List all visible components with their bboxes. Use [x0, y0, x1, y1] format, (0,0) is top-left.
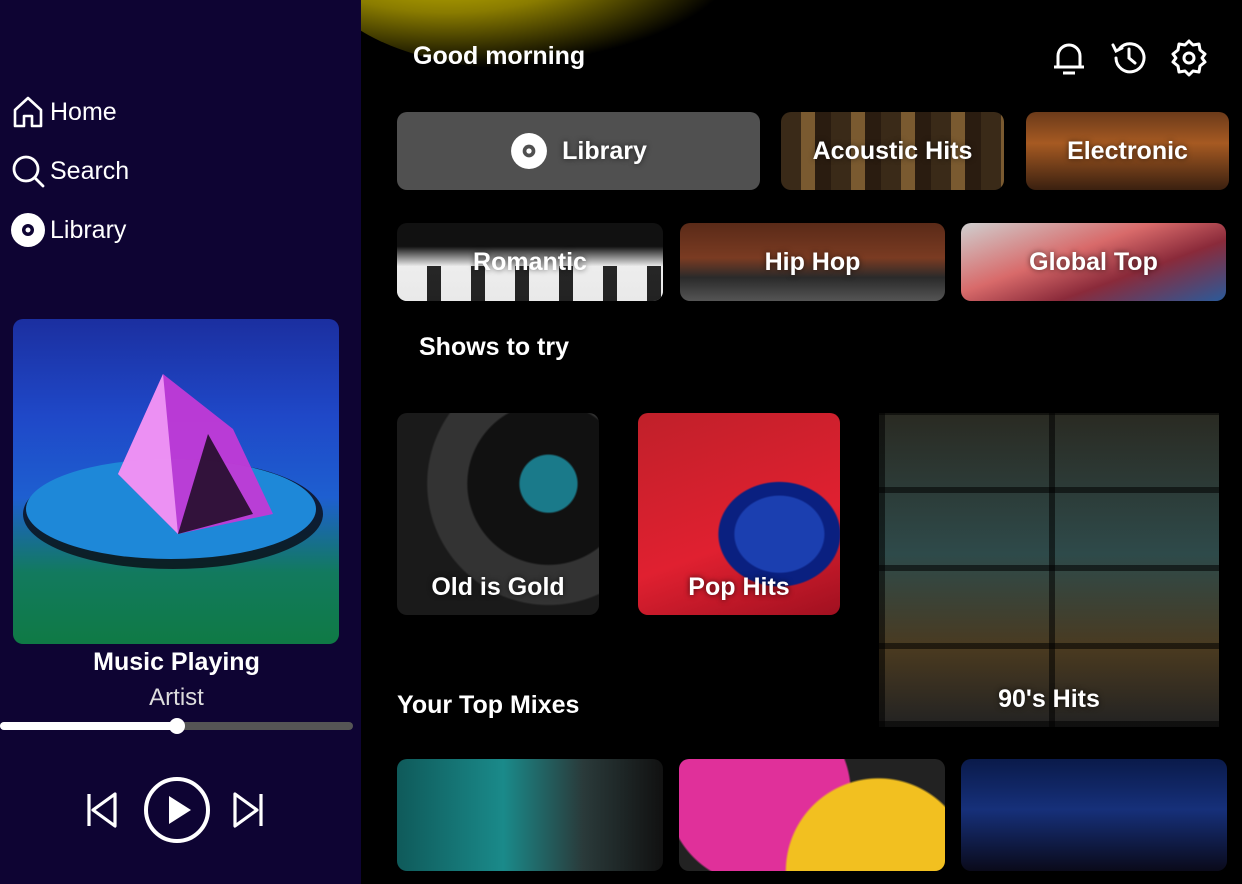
quick-pick-hip-hop[interactable]: Hip Hop [680, 223, 945, 301]
shows-section-title: Shows to try [419, 333, 570, 361]
disc-icon [11, 213, 45, 247]
show-card-90s-hits[interactable]: 90's Hits [879, 413, 1219, 727]
mix-card[interactable] [397, 759, 663, 871]
show-card-label: 90's Hits [998, 685, 1100, 713]
quick-pick-electronic[interactable]: Electronic [1026, 112, 1229, 190]
quick-pick-library[interactable]: Library [397, 112, 760, 190]
quick-pick-romantic[interactable]: Romantic [397, 223, 663, 301]
progress-fill [0, 722, 177, 730]
album-art-image [23, 374, 323, 569]
now-playing-album-art [13, 319, 339, 644]
skip-forward-icon[interactable] [228, 790, 268, 830]
quick-pick-label: Acoustic Hits [812, 136, 973, 165]
sidebar: Home Search Library Music Playing Artist [0, 0, 361, 884]
quick-pick-label: Library [562, 136, 647, 165]
quick-pick-label: Romantic [473, 247, 587, 276]
quick-pick-label: Hip Hop [764, 247, 861, 276]
quick-pick-label: Global Top [1029, 247, 1158, 276]
show-card-old-is-gold[interactable]: Old is Gold [397, 413, 599, 615]
show-card-pop-hits[interactable]: Pop Hits [638, 413, 840, 615]
disc-icon [511, 133, 548, 169]
quick-pick-global-top[interactable]: Global Top [961, 223, 1226, 301]
show-card-label: Pop Hits [688, 573, 790, 601]
sidebar-item-home[interactable]: Home [10, 94, 117, 130]
skip-back-icon[interactable] [82, 790, 122, 830]
player-controls [0, 776, 353, 846]
mix-card[interactable] [961, 759, 1227, 871]
search-icon [12, 155, 45, 188]
greeting-title: Good morning [413, 42, 586, 70]
now-playing-title: Music Playing [93, 648, 260, 676]
history-icon[interactable] [1108, 37, 1150, 79]
sidebar-item-library[interactable]: Library [10, 212, 126, 248]
sidebar-item-label: Library [50, 215, 127, 244]
show-card-label: Old is Gold [431, 573, 565, 601]
sidebar-item-label: Search [50, 156, 130, 185]
sidebar-item-search[interactable]: Search [10, 153, 129, 189]
mixes-section-title: Your Top Mixes [397, 691, 580, 719]
bell-icon[interactable] [1048, 37, 1090, 79]
sidebar-item-label: Home [50, 97, 117, 126]
now-playing-artist: Artist [149, 684, 204, 711]
gear-icon[interactable] [1168, 37, 1210, 79]
progress-bar[interactable] [0, 718, 353, 734]
header-icons [1048, 37, 1210, 79]
quick-pick-label: Electronic [1067, 136, 1188, 165]
home-icon [13, 96, 43, 128]
mix-card[interactable] [679, 759, 945, 871]
main-content: Good morning Library Acoustic Hits Elect… [361, 0, 1242, 884]
quick-pick-acoustic-hits[interactable]: Acoustic Hits [781, 112, 1004, 190]
progress-thumb[interactable] [168, 718, 185, 734]
play-icon[interactable] [143, 776, 211, 844]
